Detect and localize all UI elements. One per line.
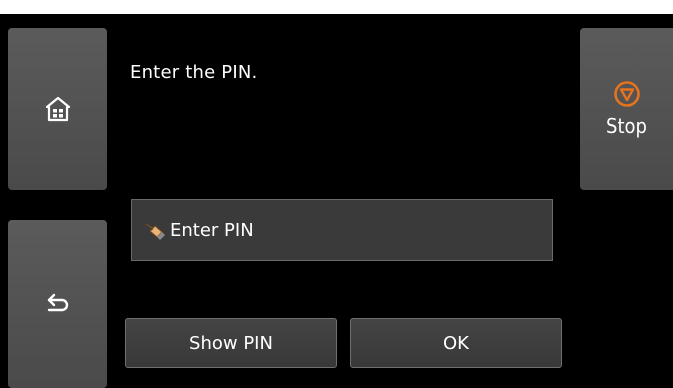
stop-button[interactable]: Stop	[580, 28, 673, 190]
stop-label: Stop	[606, 114, 647, 138]
show-pin-button[interactable]: Show PIN	[125, 318, 337, 368]
printer-panel-screen: Enter the PIN. Stop Enter PIN Show PIN O…	[0, 14, 673, 388]
pin-input[interactable]: Enter PIN	[131, 199, 553, 261]
home-icon	[45, 96, 71, 122]
instruction-message: Enter the PIN.	[130, 62, 258, 83]
ok-button[interactable]: OK	[350, 318, 562, 368]
stop-icon	[613, 80, 641, 108]
back-button[interactable]	[8, 220, 107, 388]
pin-placeholder: Enter PIN	[170, 219, 254, 241]
back-icon	[45, 292, 71, 316]
home-button[interactable]	[8, 28, 107, 190]
pointing-hand-icon	[144, 220, 166, 240]
